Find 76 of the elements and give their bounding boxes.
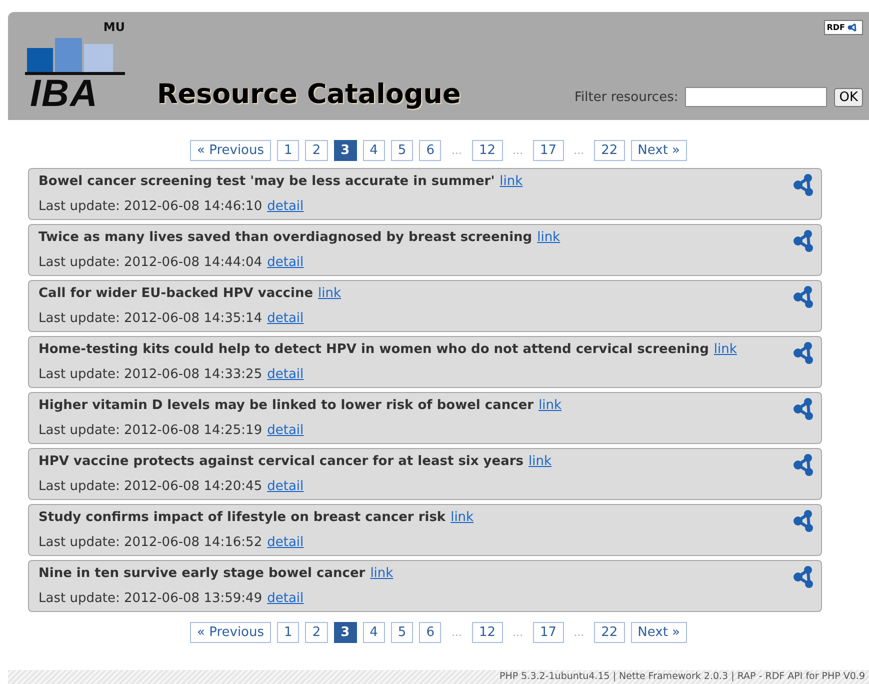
page-nav-link[interactable]: Next »	[630, 622, 687, 643]
last-update-text: Last update: 2012-06-08 14:35:14	[38, 311, 262, 326]
resource-title: HPV vaccine protects against cervical cancer for at least six years	[38, 454, 524, 469]
resource-title: Study confirms impact of lifestyle on breast cancer risk	[38, 510, 446, 525]
last-update-text: Last update: 2012-06-08 14:16:52	[38, 535, 262, 550]
page-nav-link[interactable]: Next »	[630, 140, 687, 161]
page-link[interactable]: 17	[533, 140, 564, 161]
page-link[interactable]: 1	[277, 622, 300, 643]
page-link[interactable]: 5	[390, 622, 414, 643]
page-link[interactable]: 12	[472, 622, 503, 643]
page-link[interactable]: 1	[277, 140, 300, 161]
filter-label: Filter resources:	[574, 90, 678, 104]
page-nav-link[interactable]: « Previous	[190, 140, 272, 161]
page-link[interactable]: 2	[305, 140, 328, 161]
share-icon[interactable]	[792, 230, 814, 252]
last-update-text: Last update: 2012-06-08 14:46:10	[38, 199, 262, 214]
page-link[interactable]: 3	[334, 622, 357, 643]
share-icon[interactable]	[792, 342, 814, 364]
resource-link[interactable]: link	[538, 398, 562, 413]
pagination-ellipsis: ...	[512, 144, 524, 157]
pagination-ellipsis: ...	[572, 626, 586, 639]
resource-link[interactable]: link	[370, 566, 394, 581]
page-link[interactable]: 2	[305, 622, 328, 643]
detail-link[interactable]: detail	[267, 591, 304, 606]
detail-link[interactable]: detail	[267, 255, 304, 270]
pagination-ellipsis: ...	[512, 626, 524, 639]
footer-text: PHP 5.3.2-1ubuntu4.15 | Nette Framework 2.0.3 | RAP - RDF API for PHP V0.9	[500, 670, 865, 684]
detail-link[interactable]: detail	[267, 479, 304, 494]
resource-link[interactable]: link	[714, 342, 737, 357]
detail-link[interactable]: detail	[267, 367, 304, 382]
detail-link[interactable]: detail	[267, 535, 304, 550]
resource-title: Call for wider EU-backed HPV vaccine	[38, 286, 314, 301]
logo-caption: MU	[103, 20, 125, 34]
filter-field[interactable]	[685, 87, 828, 107]
page-link[interactable]: 17	[533, 622, 564, 643]
share-icon[interactable]	[792, 398, 814, 420]
page-title: Resource Catalogue	[157, 79, 461, 110]
resource-title: Twice as many lives saved than overdiagnosed by breast screening	[38, 230, 532, 245]
share-icon[interactable]	[792, 286, 814, 308]
resource-link[interactable]: link	[450, 510, 474, 525]
logo-text: IBA	[25, 72, 125, 113]
page-link[interactable]: 22	[594, 622, 625, 643]
share-icon[interactable]	[792, 510, 814, 532]
resource-title: Home-testing kits could help to detect HPV in women who do not attend cervical screening	[38, 342, 709, 357]
detail-link[interactable]: detail	[267, 311, 304, 326]
page-link[interactable]: 22	[594, 140, 625, 161]
pagination-ellipsis: ...	[450, 626, 463, 639]
pagination-ellipsis: ...	[450, 144, 463, 157]
last-update-text: Last update: 2012-06-08 14:44:04	[38, 255, 262, 270]
page-nav-link[interactable]: « Previous	[190, 622, 272, 643]
last-update-text: Last update: 2012-06-08 13:59:49	[38, 591, 262, 606]
share-icon[interactable]	[792, 174, 814, 196]
resource-link[interactable]: link	[500, 174, 523, 189]
page-link[interactable]: 6	[419, 140, 442, 161]
page-link[interactable]: 4	[362, 622, 385, 643]
share-icon[interactable]	[792, 454, 814, 476]
resource-title: Bowel cancer screening test 'may be less accurate in summer'	[38, 174, 495, 189]
page-link[interactable]: 3	[334, 140, 357, 161]
share-icon[interactable]	[792, 566, 814, 588]
resource-title: Higher vitamin D levels may be linked to lower risk of bowel cancer	[38, 398, 534, 413]
last-update-text: Last update: 2012-06-08 14:25:19	[38, 423, 262, 438]
last-update-text: Last update: 2012-06-08 14:33:25	[38, 367, 262, 382]
detail-link[interactable]: detail	[267, 423, 304, 438]
pagination-ellipsis: ...	[572, 144, 586, 157]
resource-title: Nine in ten survive early stage bowel cancer	[38, 566, 366, 581]
page-link[interactable]: 4	[362, 140, 385, 161]
page-link[interactable]: 5	[390, 140, 414, 161]
page-link[interactable]: 12	[472, 140, 503, 161]
rdf-badge[interactable]: RDF	[824, 20, 863, 35]
page-link[interactable]: 6	[419, 622, 442, 643]
detail-link[interactable]: detail	[267, 199, 304, 214]
resource-link[interactable]: link	[528, 454, 552, 469]
ok-button[interactable]: OK	[834, 88, 863, 106]
last-update-text: Last update: 2012-06-08 14:20:45	[38, 479, 262, 494]
resource-link[interactable]: link	[537, 230, 560, 245]
resource-link[interactable]: link	[318, 286, 342, 301]
